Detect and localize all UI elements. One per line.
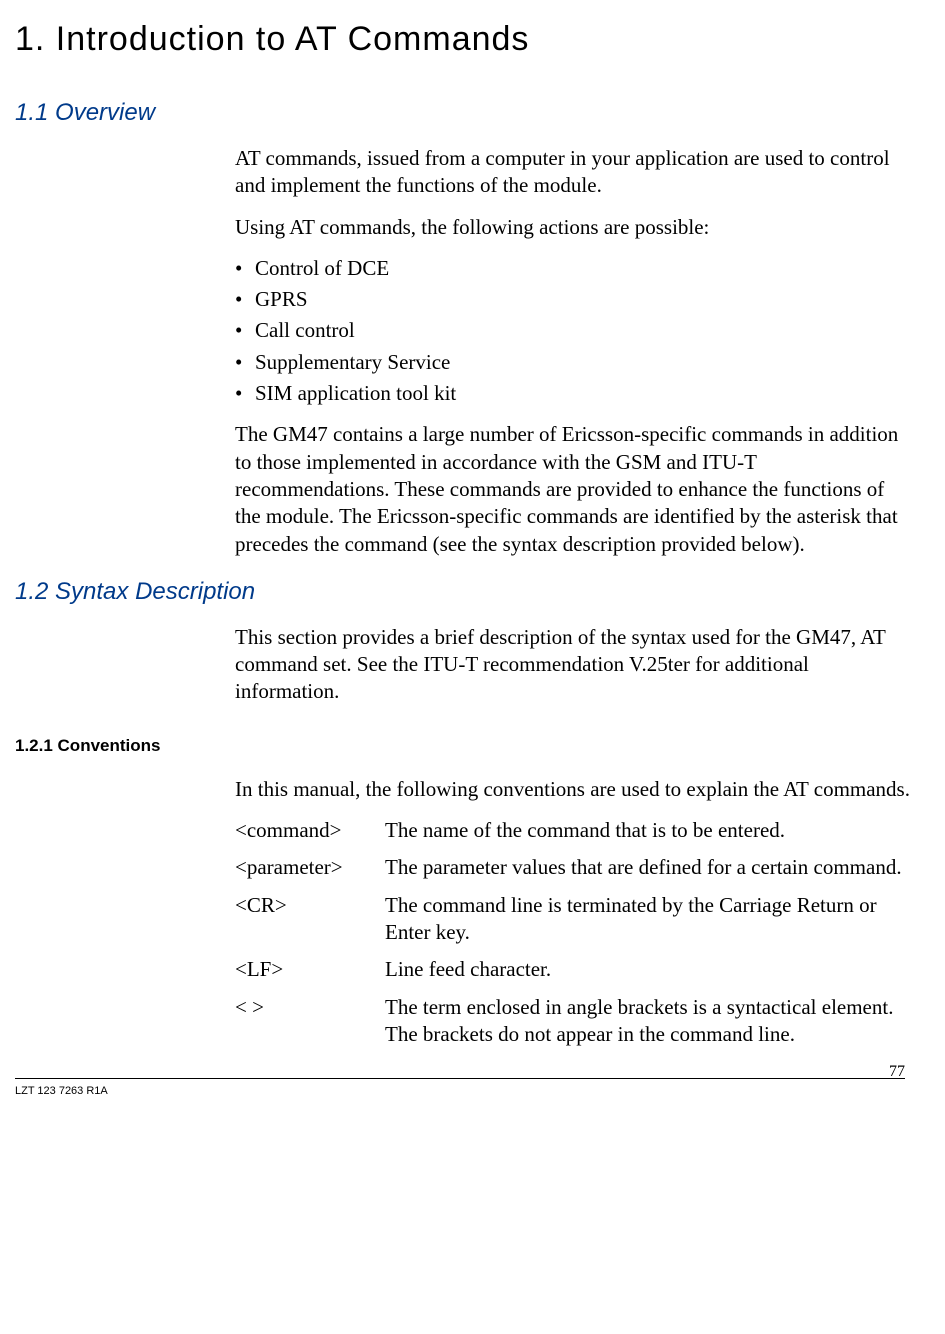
- list-item: Control of DCE: [235, 255, 915, 282]
- section-1-2-body: This section provides a brief descriptio…: [235, 624, 915, 706]
- paragraph: The GM47 contains a large number of Eric…: [235, 421, 915, 557]
- definition-description: The term enclosed in angle brackets is a…: [385, 994, 915, 1049]
- definition-row: <parameter> The parameter values that ar…: [235, 854, 915, 881]
- footer-page-number: 77: [889, 1063, 905, 1081]
- list-item: Supplementary Service: [235, 349, 915, 376]
- page-footer: LZT 123 7263 R1A 77: [15, 1078, 905, 1097]
- subsection-heading-1-2-1: 1.2.1 Conventions: [10, 736, 915, 756]
- chapter-title: 1. Introduction to AT Commands: [10, 20, 915, 59]
- section-1-2-1-body: In this manual, the following convention…: [235, 776, 915, 1048]
- definition-term: <command>: [235, 817, 385, 844]
- definition-row: < > The term enclosed in angle brackets …: [235, 994, 915, 1049]
- definition-term: < >: [235, 994, 385, 1049]
- document-page: 1. Introduction to AT Commands 1.1 Overv…: [0, 0, 945, 1310]
- footer-doc-id: LZT 123 7263 R1A: [15, 1085, 108, 1097]
- definition-term: <CR>: [235, 892, 385, 947]
- section-heading-1-1: 1.1 Overview: [10, 99, 915, 127]
- paragraph: In this manual, the following convention…: [235, 776, 915, 803]
- paragraph: Using AT commands, the following actions…: [235, 214, 915, 241]
- list-item: SIM application tool kit: [235, 380, 915, 407]
- definition-term: <LF>: [235, 956, 385, 983]
- definition-row: <CR> The command line is terminated by t…: [235, 892, 915, 947]
- list-item: GPRS: [235, 286, 915, 313]
- paragraph: This section provides a brief descriptio…: [235, 624, 915, 706]
- section-heading-1-2: 1.2 Syntax Description: [10, 578, 915, 606]
- paragraph: AT commands, issued from a computer in y…: [235, 145, 915, 200]
- definition-row: <LF> Line feed character.: [235, 956, 915, 983]
- definition-description: The parameter values that are defined fo…: [385, 854, 915, 881]
- definition-description: The name of the command that is to be en…: [385, 817, 915, 844]
- definition-term: <parameter>: [235, 854, 385, 881]
- definition-description: Line feed character.: [385, 956, 915, 983]
- definition-description: The command line is terminated by the Ca…: [385, 892, 915, 947]
- bullet-list: Control of DCE GPRS Call control Supplem…: [235, 255, 915, 407]
- definition-row: <command> The name of the command that i…: [235, 817, 915, 844]
- section-1-1-body: AT commands, issued from a computer in y…: [235, 145, 915, 558]
- list-item: Call control: [235, 317, 915, 344]
